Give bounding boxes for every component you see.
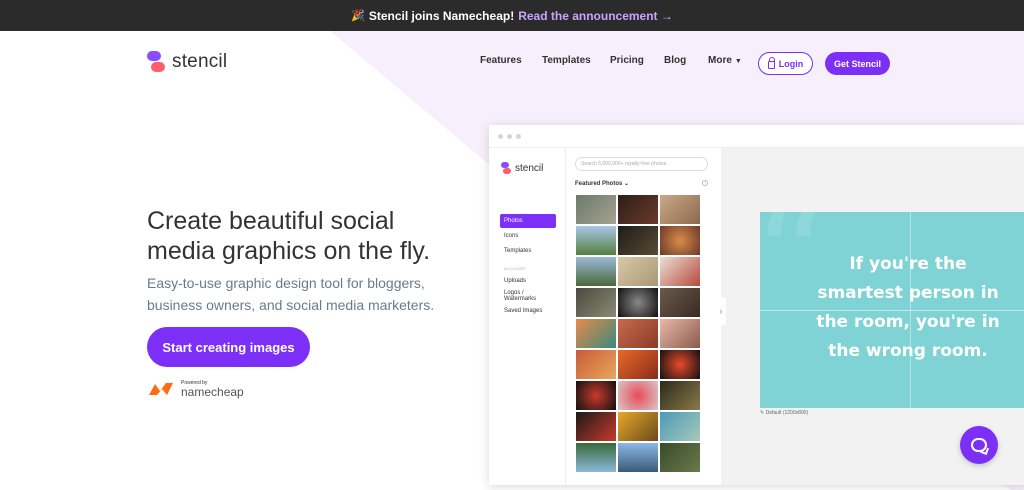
quote-line: the wrong room. xyxy=(828,341,988,361)
photo-thumbnail[interactable] xyxy=(618,350,658,379)
nav-more-label: More xyxy=(708,55,732,66)
mockup-menu-icons[interactable]: Icons xyxy=(500,229,556,243)
mockup-logo: stencil xyxy=(501,162,543,174)
window-dot xyxy=(516,133,521,139)
nav-link-features[interactable]: Features xyxy=(480,55,542,66)
photo-thumbnail[interactable] xyxy=(660,226,700,255)
mockup-photo-panel: Search 5,000,000+ royalty-free photos Fe… xyxy=(567,148,786,485)
photo-thumbnail[interactable] xyxy=(660,412,700,441)
mockup-menu-photos[interactable]: Photos xyxy=(500,214,556,228)
mockup-menu-saved[interactable]: Saved Images xyxy=(500,304,556,318)
mockup-search-input[interactable]: Search 5,000,000+ royalty-free photos xyxy=(575,157,708,171)
featured-photos-dropdown[interactable]: Featured Photos ⌄ xyxy=(575,180,629,187)
photo-thumbnail[interactable] xyxy=(618,381,658,410)
hero-subtitle-line: business owners, and social media market… xyxy=(147,297,435,313)
photo-thumbnail[interactable] xyxy=(618,195,658,224)
photo-thumbnail[interactable] xyxy=(576,412,616,441)
photo-thumbnail[interactable] xyxy=(618,412,658,441)
party-popper-icon: 🎉 xyxy=(351,10,365,22)
photo-thumbnail[interactable] xyxy=(660,257,700,286)
photo-thumbnail[interactable] xyxy=(618,319,658,348)
help-icon[interactable]: ? xyxy=(702,180,708,186)
stencil-logo-icon xyxy=(501,162,511,174)
window-dot xyxy=(498,133,503,139)
hero-subtitle: Easy-to-use graphic design tool for blog… xyxy=(147,272,467,316)
photo-thumbnail[interactable] xyxy=(660,443,700,472)
namecheap-logo-icon xyxy=(149,383,173,395)
get-stencil-button[interactable]: Get Stencil xyxy=(825,52,890,75)
stencil-logo-icon xyxy=(147,51,165,73)
login-button[interactable]: Login xyxy=(758,52,813,75)
powered-by-namecheap[interactable]: Powered by namecheap xyxy=(147,380,244,398)
mockup-menu-logos[interactable]: Logos / Watermarks xyxy=(500,289,556,303)
mockup-account-heading: ACCOUNT xyxy=(504,266,526,271)
nav-link-more[interactable]: More ▼ xyxy=(708,55,758,66)
window-dot xyxy=(507,133,512,139)
lock-icon xyxy=(767,56,775,69)
photo-grid xyxy=(576,195,704,472)
chat-bubble-icon xyxy=(971,438,987,452)
photo-thumbnail[interactable] xyxy=(576,226,616,255)
mockup-menu-templates[interactable]: Templates xyxy=(500,244,556,258)
namecheap-text: Powered by namecheap xyxy=(181,380,244,398)
quote-line: smartest person in xyxy=(817,283,999,303)
nav-link-pricing[interactable]: Pricing xyxy=(610,55,664,66)
photo-thumbnail[interactable] xyxy=(618,288,658,317)
quote-line: If you're the xyxy=(849,254,967,274)
chat-support-button[interactable] xyxy=(960,426,998,464)
quote-graphic[interactable]: “ If you're the smartest person in the r… xyxy=(760,212,1024,408)
quote-line: the room, you're in xyxy=(816,312,1000,332)
namecheap-label: namecheap xyxy=(181,385,244,399)
logo-text: stencil xyxy=(172,51,228,72)
photo-thumbnail[interactable] xyxy=(576,443,616,472)
hero-title-line: Create beautiful social xyxy=(147,207,395,235)
photo-thumbnail[interactable] xyxy=(618,257,658,286)
chevron-down-icon: ⌄ xyxy=(624,181,630,187)
start-creating-button[interactable]: Start creating images xyxy=(147,327,310,367)
canvas-size-label: Default (1200x800) xyxy=(765,410,809,416)
photo-thumbnail[interactable] xyxy=(576,319,616,348)
top-navigation: stencil Features Templates Pricing Blog … xyxy=(0,31,1024,95)
photo-thumbnail[interactable] xyxy=(576,288,616,317)
hero-title: Create beautiful social media graphics o… xyxy=(147,206,467,266)
canvas-size-caption[interactable]: ✎ Default (1200x800) xyxy=(760,410,808,416)
login-label: Login xyxy=(778,58,804,69)
photo-thumbnail[interactable] xyxy=(618,226,658,255)
nav-link-blog[interactable]: Blog xyxy=(664,55,708,66)
stencil-logo[interactable]: stencil xyxy=(147,51,227,73)
photo-thumbnail[interactable] xyxy=(660,195,700,224)
photo-thumbnail[interactable] xyxy=(618,443,658,472)
mockup-logo-text: stencil xyxy=(515,162,544,174)
announcement-link[interactable]: Read the announcement → xyxy=(518,9,673,23)
mockup-menu: Photos Icons Templates ACCOUNT Uploads L… xyxy=(500,214,556,319)
photo-thumbnail[interactable] xyxy=(660,381,700,410)
photo-thumbnail[interactable] xyxy=(660,288,700,317)
app-mockup: stencil Photos Icons Templates ACCOUNT U… xyxy=(489,125,1024,485)
photo-thumbnail[interactable] xyxy=(576,195,616,224)
quote-text: If you're the smartest person in the roo… xyxy=(788,250,1024,366)
photo-thumbnail[interactable] xyxy=(576,381,616,410)
hero-subtitle-line: Easy-to-use graphic design tool for blog… xyxy=(147,275,425,291)
mockup-sidebar: stencil Photos Icons Templates ACCOUNT U… xyxy=(489,148,566,485)
photo-thumbnail[interactable] xyxy=(660,350,700,379)
nav-link-templates[interactable]: Templates xyxy=(542,55,610,66)
announcement-banner: 🎉 Stencil joins Namecheap! Read the anno… xyxy=(0,0,1024,31)
photo-thumbnail[interactable] xyxy=(576,257,616,286)
banner-text: Stencil joins Namecheap! xyxy=(368,8,515,23)
photo-thumbnail[interactable] xyxy=(576,350,616,379)
photo-thumbnail[interactable] xyxy=(660,319,700,348)
hero-title-line: media graphics on the fly. xyxy=(147,237,431,265)
featured-label: Featured Photos xyxy=(575,181,623,187)
nav-links: Features Templates Pricing Blog More ▼ xyxy=(480,55,758,66)
collapse-panel-handle[interactable]: › xyxy=(716,297,726,325)
chevron-down-icon: ▼ xyxy=(734,58,742,65)
mockup-window-bar xyxy=(489,125,1024,148)
mockup-menu-uploads[interactable]: Uploads xyxy=(500,274,556,288)
